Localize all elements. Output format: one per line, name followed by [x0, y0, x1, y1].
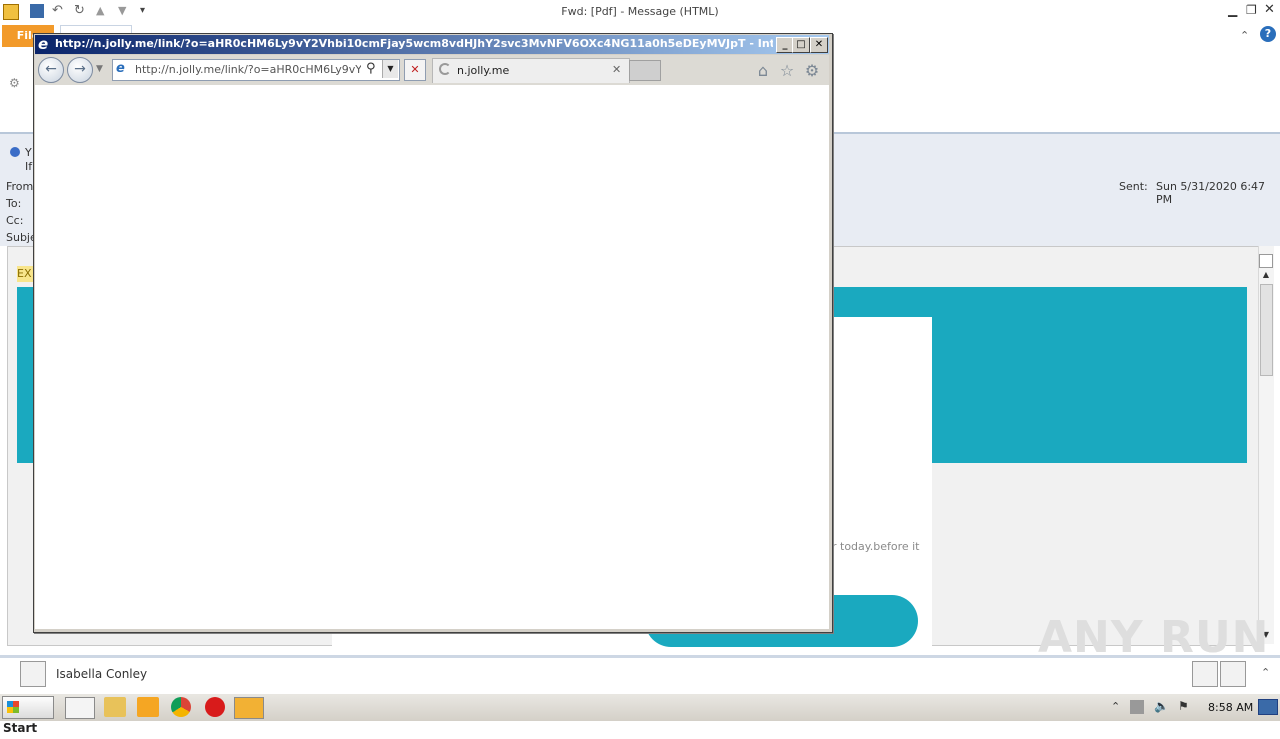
stop-button[interactable]: ✕ — [404, 59, 426, 81]
help-icon[interactable]: ? — [1260, 26, 1276, 42]
taskbar-opera-icon[interactable] — [205, 697, 225, 717]
settings-gear-icon[interactable]: ⚙ — [803, 62, 821, 80]
collapse-ribbon-icon[interactable]: ⌃ — [1240, 29, 1249, 42]
favorites-star-icon[interactable]: ☆ — [778, 62, 796, 80]
ie-maximize-button[interactable]: □ — [792, 37, 810, 53]
back-button[interactable]: ← — [38, 57, 64, 83]
start-label: Start — [3, 721, 38, 735]
info-bar-text-2: If — [25, 160, 33, 173]
ie-close-button[interactable]: ✕ — [810, 37, 828, 53]
outlook-close-icon[interactable]: ✕ — [1264, 2, 1275, 17]
watermark: ANY RUN — [1038, 612, 1270, 663]
ie-window-title: http://n.jolly.me/link/?o=aHR0cHM6Ly9vY2… — [55, 37, 773, 50]
forward-button[interactable]: → — [67, 57, 93, 83]
tab-label[interactable]: n.jolly.me — [457, 64, 509, 77]
new-tab-button[interactable] — [629, 60, 661, 81]
clock[interactable]: 8:58 AM — [1208, 701, 1253, 714]
people-avatar-icon-2[interactable] — [1220, 661, 1246, 687]
message-scrollbar[interactable]: ▲ ▼ — [1258, 246, 1274, 644]
tab-close-icon[interactable]: ✕ — [612, 63, 621, 76]
search-icon[interactable]: ⚲ — [366, 61, 376, 76]
zoom-toggle-icon[interactable] — [1259, 254, 1273, 268]
scroll-up-icon[interactable]: ▲ — [1260, 270, 1272, 282]
address-text[interactable]: http://n.jolly.me/link/?o=aHR0cHM6Ly9vY2… — [135, 63, 361, 76]
loading-spinner-icon — [439, 63, 451, 75]
contact-avatar-icon[interactable] — [20, 661, 46, 687]
taskbar-ie-icon[interactable] — [65, 697, 95, 719]
sent-value: Sun 5/31/2020 6:47 PM — [1156, 180, 1266, 206]
people-pane-name[interactable]: Isabella Conley — [56, 667, 147, 681]
tray-volume-icon[interactable]: 🔈 — [1154, 699, 1169, 713]
junk-icon[interactable]: ⚙ — [9, 76, 23, 90]
outlook-restore-icon[interactable]: ❐ — [1246, 3, 1257, 17]
from-label: From — [6, 180, 34, 193]
tray-network-icon[interactable] — [1130, 700, 1144, 714]
info-bar-text: Y — [25, 146, 32, 159]
taskbar — [0, 693, 1280, 721]
outlook-window-title: Fwd: [Pdf] - Message (HTML) — [561, 5, 719, 18]
address-dropdown-icon[interactable]: ▼ — [382, 60, 398, 78]
taskbar-chrome-icon[interactable] — [171, 697, 191, 717]
people-pane-expand-icon[interactable]: ⌃ — [1261, 666, 1270, 679]
to-label: To: — [6, 197, 22, 210]
info-icon — [10, 147, 20, 157]
scroll-thumb[interactable] — [1260, 284, 1273, 376]
taskbar-media-player-icon[interactable] — [137, 697, 159, 717]
page-ie-icon: e — [116, 61, 125, 76]
taskbar-explorer-icon[interactable] — [104, 697, 126, 717]
taskbar-outlook-icon[interactable] — [234, 697, 264, 719]
windows-logo-icon — [7, 701, 19, 713]
outlook-minimize-icon[interactable]: ▁ — [1228, 3, 1237, 17]
ie-page-content — [35, 85, 829, 629]
cc-label: Cc: — [6, 214, 24, 227]
home-icon[interactable]: ⌂ — [754, 62, 772, 80]
start-button[interactable]: Start — [2, 696, 54, 735]
tray-flag-icon[interactable]: ⚑ — [1178, 699, 1189, 713]
ie-logo-icon: e — [38, 35, 49, 53]
people-avatar-icon-1[interactable] — [1192, 661, 1218, 687]
email-body-text: r today.before it — [832, 540, 920, 553]
show-desktop-icon[interactable] — [1258, 699, 1278, 715]
history-dropdown-icon[interactable]: ▼ — [96, 64, 103, 74]
tray-expand-icon[interactable]: ⌃ — [1111, 700, 1120, 713]
sent-label: Sent: — [1119, 180, 1148, 193]
